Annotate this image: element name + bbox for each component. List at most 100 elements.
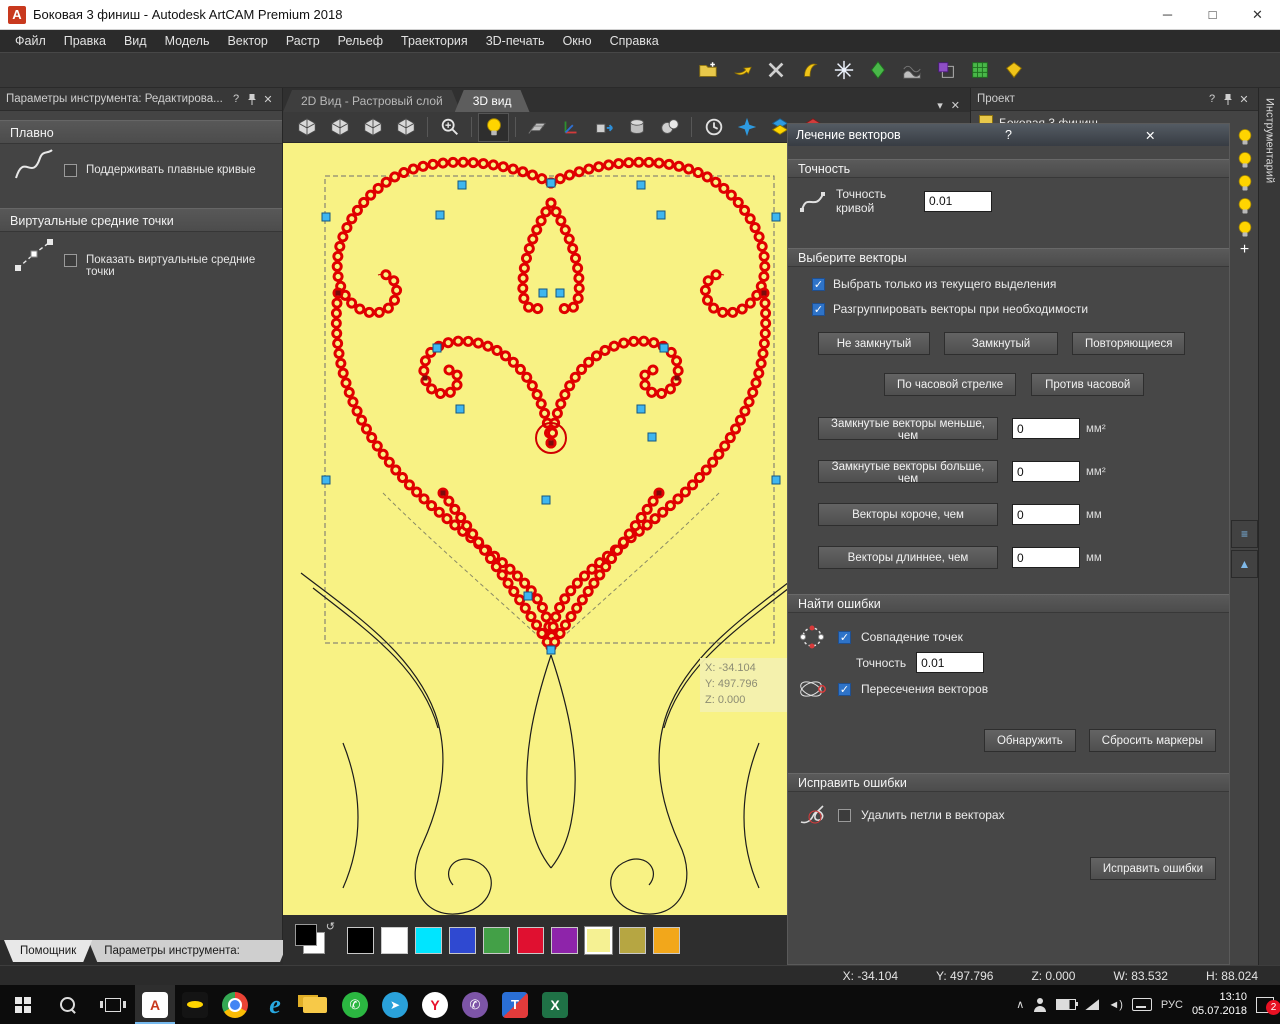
tab-3d-view[interactable]: 3D вид xyxy=(455,90,530,112)
palette-swatch-8[interactable] xyxy=(585,926,612,954)
menu-item-5[interactable]: Вектор xyxy=(218,32,276,50)
star-icon[interactable] xyxy=(731,113,762,142)
tab-assistant[interactable]: Помощник xyxy=(4,940,92,962)
maximize-button[interactable]: □ xyxy=(1190,0,1235,30)
select-clockwise-button[interactable]: По часовой стрелке xyxy=(884,373,1017,396)
primary-color-swatch[interactable] xyxy=(295,924,317,946)
select-from-selection-checkbox[interactable] xyxy=(812,277,825,291)
palette-swatch-5[interactable] xyxy=(483,926,510,954)
vd-filter-input-4[interactable] xyxy=(1012,547,1080,568)
snowflake-icon[interactable] xyxy=(830,56,858,84)
taskbar-app-chrome[interactable] xyxy=(215,985,255,1024)
add-bulb-button[interactable]: + xyxy=(1240,240,1249,260)
menu-item-9[interactable]: 3D-печать xyxy=(477,32,554,50)
cube-side-icon[interactable] xyxy=(357,113,388,142)
menu-item-3[interactable]: Вид xyxy=(115,32,156,50)
remove-loops-checkbox[interactable] xyxy=(838,808,851,822)
taskbar-app-viber[interactable]: ✆ xyxy=(455,985,495,1024)
menu-item-11[interactable]: Справка xyxy=(601,32,668,50)
select-open-vectors-button[interactable]: Не замкнутый xyxy=(818,332,930,355)
plane-icon[interactable] xyxy=(522,113,553,142)
menu-item-8[interactable]: Траектория xyxy=(392,32,477,50)
menu-item-7[interactable]: Рельеф xyxy=(329,32,392,50)
palette-swatch-3[interactable] xyxy=(415,926,442,954)
close-button[interactable]: ✕ xyxy=(1235,0,1280,30)
reset-markers-button[interactable]: Сбросить маркеры xyxy=(1088,729,1216,752)
clock-icon[interactable] xyxy=(698,113,729,142)
cube-iso-icon[interactable] xyxy=(291,113,322,142)
help-icon[interactable]: ? xyxy=(938,128,1080,142)
close-icon[interactable]: ✕ xyxy=(1079,128,1221,143)
bulb-icon[interactable] xyxy=(478,112,509,142)
taskbar-app-explorer[interactable] xyxy=(295,985,335,1024)
taskbar-search-button[interactable] xyxy=(45,985,90,1024)
curve-tolerance-input[interactable] xyxy=(924,190,992,212)
assistant-bulb-icon[interactable] xyxy=(1235,148,1255,171)
swap-colors-icon[interactable]: ↺ xyxy=(326,920,335,933)
keep-smooth-curves-checkbox[interactable] xyxy=(64,164,77,177)
start-button[interactable] xyxy=(0,985,45,1024)
select-duplicate-vectors-button[interactable]: Повторяющиеся xyxy=(1072,332,1186,355)
chevron-down-icon[interactable]: ▾ xyxy=(937,99,943,112)
vector-intersections-checkbox[interactable] xyxy=(838,682,851,696)
menu-item-1[interactable]: Файл xyxy=(6,32,55,50)
vd-filter-button-4[interactable]: Векторы длиннее, чем xyxy=(818,546,998,569)
palette-swatch-2[interactable] xyxy=(381,926,408,954)
vd-filter-button-2[interactable]: Замкнутые векторы больше, чем xyxy=(818,460,998,485)
design-canvas[interactable]: X: -34.104 Y: 497.796 Z: 0.000 xyxy=(283,143,802,915)
zoom-icon[interactable] xyxy=(434,113,465,142)
palette-swatch-10[interactable] xyxy=(653,926,680,954)
axes-icon[interactable] xyxy=(555,113,586,142)
show-virtual-midpoints-checkbox[interactable] xyxy=(64,254,77,267)
vd-filter-button-1[interactable]: Замкнутые векторы меньше, чем xyxy=(818,417,998,442)
ungroup-vectors-checkbox[interactable] xyxy=(812,302,825,316)
network-icon[interactable] xyxy=(1085,999,1100,1010)
assistant-bulb-icon[interactable] xyxy=(1235,171,1255,194)
move-icon[interactable] xyxy=(588,113,619,142)
pin-icon[interactable] xyxy=(244,91,260,107)
tab-tool-parameters[interactable]: Параметры инструмента: Реда... xyxy=(88,940,289,962)
task-view-button[interactable] xyxy=(90,985,135,1024)
block-purple-icon[interactable] xyxy=(932,56,960,84)
volume-icon[interactable]: ◄) xyxy=(1108,999,1123,1011)
tabbar-close-icon[interactable]: ✕ xyxy=(951,99,960,112)
dock-panel-button[interactable]: ≡ xyxy=(1231,520,1258,548)
help-icon[interactable]: ? xyxy=(228,91,244,107)
vd-filter-input-1[interactable] xyxy=(1012,418,1080,439)
select-counterclockwise-button[interactable]: Против часовой xyxy=(1031,373,1145,396)
people-icon[interactable] xyxy=(1033,997,1047,1012)
notification-center-icon[interactable]: 2 xyxy=(1256,996,1280,1015)
export-arrow-icon[interactable] xyxy=(728,56,756,84)
tab-2d-view[interactable]: 2D Вид - Растровый слой xyxy=(283,90,461,112)
vd-filter-button-3[interactable]: Векторы короче, чем xyxy=(818,503,998,526)
taskbar-app-artcam[interactable]: A xyxy=(135,985,175,1024)
palette-swatch-7[interactable] xyxy=(551,926,578,954)
taskbar-app-telegram[interactable]: ➤ xyxy=(375,985,415,1024)
minimize-button[interactable]: ─ xyxy=(1145,0,1190,30)
battery-icon[interactable] xyxy=(1056,999,1079,1010)
mesh-green-icon[interactable] xyxy=(966,56,994,84)
curve-hook-icon[interactable] xyxy=(796,56,824,84)
close-icon[interactable]: ✕ xyxy=(260,91,276,107)
palette-swatch-4[interactable] xyxy=(449,926,476,954)
assistant-bulb-icon[interactable] xyxy=(1235,125,1255,148)
cube-front-icon[interactable] xyxy=(324,113,355,142)
taskbar-clock[interactable]: 13:10 05.07.2018 xyxy=(1192,991,1247,1019)
menu-item-2[interactable]: Правка xyxy=(55,32,115,50)
menu-item-6[interactable]: Растр xyxy=(277,32,329,50)
select-closed-vectors-button[interactable]: Замкнутый xyxy=(944,332,1058,355)
spheres-icon[interactable] xyxy=(654,113,685,142)
relief-stack-icon[interactable] xyxy=(898,56,926,84)
taskbar-app-excel[interactable]: X xyxy=(535,985,575,1024)
tool-cross-icon[interactable] xyxy=(762,56,790,84)
fix-errors-button[interactable]: Исправить ошибки xyxy=(1089,857,1216,880)
color-selector[interactable]: ↺ xyxy=(291,920,337,960)
coincident-points-checkbox[interactable] xyxy=(838,630,851,644)
taskbar-app-whatsapp[interactable]: ✆ xyxy=(335,985,375,1024)
taskbar-app-translator[interactable]: T xyxy=(495,985,535,1024)
close-icon[interactable]: ✕ xyxy=(1236,91,1252,107)
menu-item-4[interactable]: Модель xyxy=(156,32,219,50)
vd-filter-input-2[interactable] xyxy=(1012,461,1080,482)
taskbar-app-yandex[interactable]: Y xyxy=(415,985,455,1024)
find-tolerance-input[interactable] xyxy=(916,652,985,673)
